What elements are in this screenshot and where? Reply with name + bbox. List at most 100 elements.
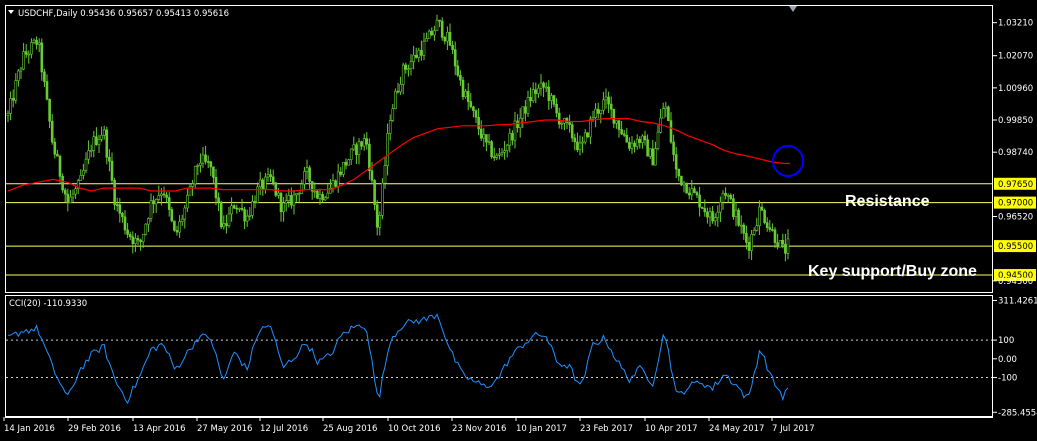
candle-216[interactable]: [568, 114, 571, 133]
candle-99[interactable]: [264, 172, 267, 194]
candle-36[interactable]: [100, 126, 103, 142]
candle-188[interactable]: [495, 152, 499, 161]
candle-106[interactable]: [282, 197, 285, 222]
candle-105[interactable]: [279, 192, 283, 222]
candle-34[interactable]: [95, 127, 98, 146]
candle-123[interactable]: [326, 184, 330, 199]
candle-63[interactable]: [170, 206, 174, 223]
candle-245[interactable]: [643, 130, 647, 146]
candle-179[interactable]: [472, 105, 475, 118]
candle-288[interactable]: [755, 217, 759, 232]
candle-0[interactable]: [6, 110, 10, 123]
candle-295[interactable]: [773, 227, 777, 248]
candle-299[interactable]: [784, 233, 787, 262]
candle-219[interactable]: [576, 132, 579, 153]
candle-6[interactable]: [22, 42, 25, 71]
candle-116[interactable]: [308, 165, 311, 189]
candle-171[interactable]: [451, 40, 454, 55]
candle-91[interactable]: [243, 206, 246, 230]
candle-86[interactable]: [230, 197, 233, 222]
candle-170[interactable]: [448, 23, 452, 47]
candle-177[interactable]: [466, 83, 470, 111]
candle-163[interactable]: [430, 27, 434, 37]
candle-49[interactable]: [134, 233, 137, 253]
candle-185[interactable]: [487, 133, 491, 146]
candle-135[interactable]: [357, 138, 361, 165]
candle-155[interactable]: [409, 54, 413, 76]
candle-78[interactable]: [209, 160, 213, 177]
candle-207[interactable]: [544, 82, 548, 93]
candle-161[interactable]: [425, 32, 428, 42]
candle-187[interactable]: [492, 147, 496, 161]
candle-238[interactable]: [625, 128, 629, 143]
candle-83[interactable]: [222, 215, 226, 230]
candle-28[interactable]: [79, 169, 83, 182]
candle-253[interactable]: [664, 101, 668, 118]
candle-239[interactable]: [628, 137, 631, 151]
candle-227[interactable]: [596, 102, 600, 119]
candle-212[interactable]: [557, 107, 561, 129]
candle-48[interactable]: [131, 231, 135, 254]
candle-152[interactable]: [401, 62, 405, 95]
candle-273[interactable]: [716, 205, 720, 227]
candle-153[interactable]: [404, 62, 408, 74]
candle-222[interactable]: [583, 129, 587, 145]
candle-141[interactable]: [373, 178, 376, 211]
candle-42[interactable]: [115, 197, 119, 212]
candle-142[interactable]: [375, 199, 379, 236]
candle-107[interactable]: [284, 193, 288, 212]
candle-38[interactable]: [105, 126, 109, 165]
candle-90[interactable]: [240, 199, 244, 212]
candle-258[interactable]: [677, 168, 681, 182]
candle-32[interactable]: [89, 144, 93, 158]
candle-223[interactable]: [586, 132, 590, 139]
candle-234[interactable]: [615, 120, 618, 129]
candle-96[interactable]: [256, 182, 259, 204]
candle-115[interactable]: [305, 159, 309, 180]
candle-229[interactable]: [602, 91, 605, 115]
candle-226[interactable]: [594, 103, 597, 128]
candle-231[interactable]: [607, 91, 610, 114]
candle-242[interactable]: [635, 134, 639, 150]
candle-154[interactable]: [407, 64, 410, 77]
candle-13[interactable]: [40, 38, 44, 81]
candle-181[interactable]: [477, 108, 480, 136]
candle-260[interactable]: [682, 180, 686, 193]
candle-92[interactable]: [245, 209, 249, 227]
candle-110[interactable]: [292, 189, 296, 215]
candle-174[interactable]: [459, 70, 462, 86]
candle-252[interactable]: [661, 102, 665, 119]
candle-95[interactable]: [253, 195, 257, 209]
candle-156[interactable]: [412, 45, 415, 70]
candle-267[interactable]: [700, 206, 704, 209]
candle-15[interactable]: [45, 74, 49, 101]
candle-287[interactable]: [752, 227, 756, 236]
candle-247[interactable]: [648, 148, 652, 160]
candle-5[interactable]: [19, 66, 23, 80]
candle-176[interactable]: [464, 88, 467, 99]
candle-191[interactable]: [503, 141, 506, 160]
cci-line[interactable]: [7, 313, 789, 405]
candle-113[interactable]: [300, 179, 304, 194]
candle-65[interactable]: [175, 225, 179, 236]
candle-272[interactable]: [713, 213, 717, 226]
candle-251[interactable]: [659, 108, 662, 134]
candle-286[interactable]: [750, 229, 753, 260]
candle-294[interactable]: [771, 223, 774, 232]
candle-194[interactable]: [511, 130, 514, 146]
candle-119[interactable]: [316, 189, 319, 200]
candle-35[interactable]: [97, 134, 101, 153]
candle-214[interactable]: [563, 117, 566, 131]
candle-198[interactable]: [521, 106, 525, 128]
candle-186[interactable]: [490, 140, 493, 159]
candle-236[interactable]: [620, 120, 623, 135]
candle-12[interactable]: [37, 38, 41, 53]
candle-268[interactable]: [703, 199, 707, 217]
candle-19[interactable]: [56, 149, 59, 157]
candle-143[interactable]: [378, 211, 382, 236]
candle-192[interactable]: [505, 143, 509, 158]
candle-22[interactable]: [63, 187, 67, 203]
candle-300[interactable]: [786, 229, 790, 260]
candle-270[interactable]: [708, 207, 712, 227]
candle-167[interactable]: [440, 17, 444, 41]
